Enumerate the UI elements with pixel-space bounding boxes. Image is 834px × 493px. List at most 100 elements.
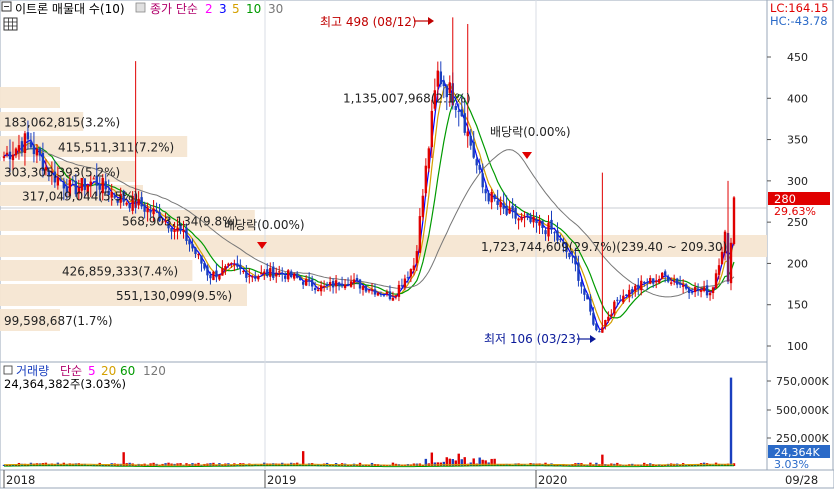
current-price: 280 <box>774 192 796 206</box>
candle-body <box>619 300 622 302</box>
volume-bar <box>595 462 598 466</box>
candle-body <box>290 271 293 278</box>
volume-bar <box>122 452 125 466</box>
volume-bar <box>442 461 445 466</box>
candle-body <box>628 289 631 298</box>
candle-body <box>696 288 700 291</box>
candle-body <box>409 269 413 277</box>
candle-body <box>571 255 574 257</box>
volume-bar <box>729 377 733 466</box>
chart-window: 1,135,007,968(2.1%) 183,062,815(3.2%) 415,… <box>0 0 834 489</box>
candle-body <box>382 294 386 296</box>
candle-body <box>714 273 718 289</box>
candle-body <box>221 268 224 276</box>
candle-body <box>331 281 335 288</box>
candle-body <box>523 216 526 218</box>
candle-body <box>511 205 514 211</box>
volume-ma-20: 20 <box>101 364 116 378</box>
candle-body <box>340 283 344 287</box>
candle-body <box>577 262 580 281</box>
ma-settings-icon[interactable] <box>135 2 146 13</box>
candle-body <box>502 203 505 209</box>
x-label-2019: 2019 <box>267 473 296 487</box>
candle-body <box>233 264 236 266</box>
candle-body <box>418 216 422 253</box>
candle-body <box>496 200 499 205</box>
candle-body <box>439 71 443 85</box>
x-label-current: 09/28 <box>785 473 818 487</box>
candle-body <box>520 216 523 221</box>
grid-settings-icon[interactable] <box>3 17 18 31</box>
candle-body <box>281 273 284 275</box>
candle-body <box>23 133 27 154</box>
candle-body <box>687 288 691 293</box>
candle-body <box>388 291 392 300</box>
candle-body <box>355 278 359 281</box>
candle-body <box>699 289 703 292</box>
candle-body <box>457 110 460 112</box>
candle-body <box>729 242 733 284</box>
ma-period-2: 2 <box>205 2 213 16</box>
candle-body <box>400 285 404 287</box>
candle-body <box>379 294 383 296</box>
candle-body <box>574 255 577 265</box>
candle-body <box>287 270 290 280</box>
y-tick-label: 100 <box>787 340 808 353</box>
candle-body <box>529 215 532 223</box>
candle-body <box>538 221 541 226</box>
candle-body <box>589 299 592 312</box>
candle-body <box>544 230 547 235</box>
x-label-2018: 2018 <box>6 473 35 487</box>
ma-period-30: 30 <box>268 2 283 16</box>
candle-body <box>191 243 194 249</box>
candle-body <box>149 210 152 213</box>
candle-body <box>370 289 374 291</box>
candle-body <box>242 271 245 273</box>
candle-body <box>319 285 323 292</box>
candle-body <box>406 277 410 279</box>
dividend-label-1: 배당락(0.00%) <box>224 218 305 232</box>
candle-body <box>325 284 329 286</box>
candle-body <box>460 109 463 117</box>
candle-body <box>532 216 535 223</box>
candle-body <box>194 247 197 255</box>
volume-ma-120: 120 <box>143 364 166 378</box>
candle-body <box>646 282 649 284</box>
candle-body <box>397 284 401 297</box>
candle-body <box>170 228 173 232</box>
candle-body <box>152 208 155 215</box>
dividend-label-2: 배당락(0.00%) <box>490 125 571 139</box>
candle-body <box>328 282 332 285</box>
candle-body <box>367 290 371 292</box>
candle-body <box>251 276 254 278</box>
candle-body <box>649 277 652 284</box>
ma-period-5: 5 <box>232 2 240 16</box>
volume-ma-title: 단순 <box>60 364 82 378</box>
candle-body <box>436 70 440 87</box>
volume-profile-label: 551,130,099(9.5%) <box>116 289 232 303</box>
candle-body <box>490 192 493 203</box>
candle-body <box>248 275 251 277</box>
volume-bar <box>493 458 496 466</box>
candle-body <box>403 278 407 288</box>
candle-body <box>430 110 434 148</box>
candle-body <box>38 148 42 156</box>
ma-title: 종가 단순 <box>150 2 198 16</box>
volume-y-ticks: 750,000K 500,000K 250,000K <box>767 375 829 445</box>
candle-body <box>236 263 239 267</box>
volume-bar <box>439 462 443 466</box>
candle-body <box>637 284 640 289</box>
candle-body <box>634 285 637 292</box>
candle-body <box>140 197 143 207</box>
candle-body <box>298 276 302 281</box>
candle-body <box>257 276 260 280</box>
candle-body <box>209 274 212 279</box>
volume-bar <box>589 462 592 466</box>
candle-body <box>307 278 311 280</box>
price-chart[interactable]: 1,135,007,968(2.1%) 183,062,815(3.2%) 415,… <box>0 0 834 489</box>
candle-body <box>230 263 233 265</box>
volume-bar <box>430 452 434 466</box>
candle-body <box>155 210 158 212</box>
candle-body <box>26 132 30 140</box>
candle-body <box>622 295 625 303</box>
